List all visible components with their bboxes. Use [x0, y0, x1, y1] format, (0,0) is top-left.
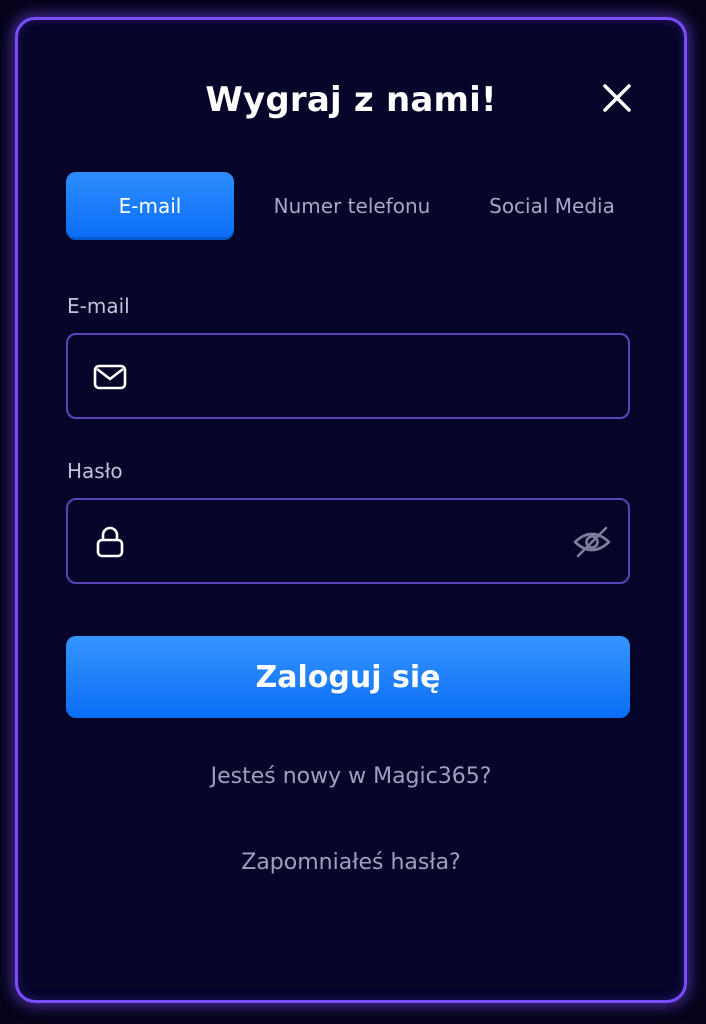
email-field-container	[66, 333, 630, 419]
close-button[interactable]	[597, 78, 637, 118]
close-icon	[603, 84, 631, 112]
password-field-container	[66, 498, 630, 584]
mail-icon	[93, 364, 127, 390]
password-label: Hasło	[67, 459, 123, 483]
tab-email[interactable]: E-mail	[66, 172, 234, 240]
tab-social-media[interactable]: Social Media	[466, 172, 638, 240]
register-link[interactable]: Jesteś nowy w Magic365?	[18, 764, 684, 789]
login-button[interactable]: Zaloguj się	[66, 636, 630, 718]
email-label: E-mail	[67, 294, 130, 318]
eye-off-icon[interactable]	[572, 524, 612, 560]
lock-icon	[96, 526, 124, 558]
tab-phone-number[interactable]: Numer telefonu	[254, 172, 450, 240]
login-modal: Wygraj z nami! E-mail Numer telefonu Soc…	[15, 17, 687, 1003]
login-method-tabs: E-mail Numer telefonu Social Media	[66, 172, 632, 242]
email-input[interactable]	[142, 335, 566, 419]
password-input[interactable]	[142, 500, 566, 584]
forgot-password-link[interactable]: Zapomniałeś hasła?	[18, 850, 684, 875]
modal-title: Wygraj z nami!	[205, 80, 497, 120]
